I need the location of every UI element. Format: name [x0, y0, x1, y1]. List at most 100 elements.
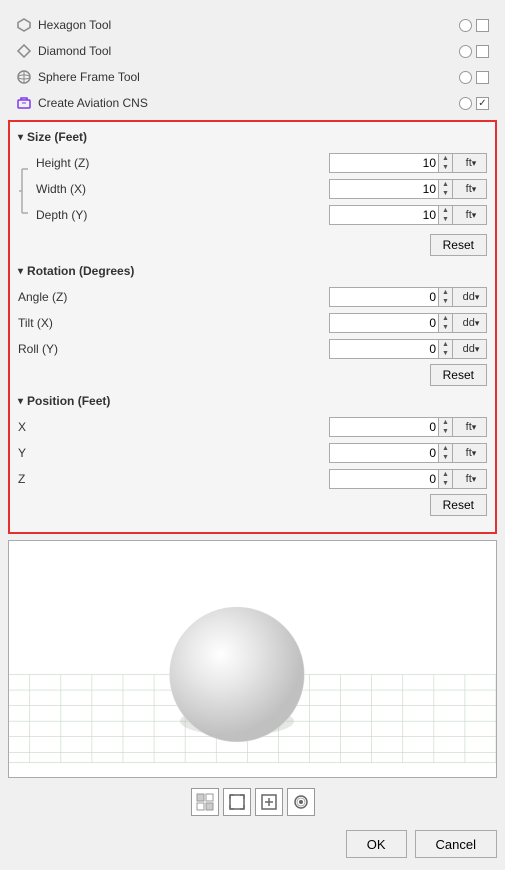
roll-spin-up[interactable]: ▲: [439, 340, 452, 349]
hexagon-tool-label: Hexagon Tool: [38, 18, 111, 32]
pos-y-spinner[interactable]: ▲ ▼: [439, 443, 453, 463]
tool-item-aviation: Create Aviation CNS: [8, 90, 497, 116]
roll-label: Roll (Y): [18, 342, 98, 356]
rotation-label: Rotation (Degrees): [27, 264, 134, 278]
tilt-spin-down[interactable]: ▼: [439, 323, 452, 332]
size-label: Size (Feet): [27, 130, 87, 144]
rotation-section: ▾ Rotation (Degrees) Angle (Z) ▲ ▼ dd ▾: [18, 264, 487, 386]
depth-unit[interactable]: ft ▾: [453, 205, 487, 225]
tilt-spinner[interactable]: ▲ ▼: [439, 313, 453, 333]
pos-x-spinner[interactable]: ▲ ▼: [439, 417, 453, 437]
size-reset-button[interactable]: Reset: [430, 234, 487, 256]
height-spin-down[interactable]: ▼: [439, 163, 452, 172]
width-spinner[interactable]: ▲ ▼: [439, 179, 453, 199]
fit-to-window-button[interactable]: [223, 788, 251, 816]
pos-y-input-group[interactable]: ▲ ▼ ft ▾: [329, 443, 487, 463]
tool-item-diamond: Diamond Tool: [8, 38, 497, 64]
diamond-checkbox[interactable]: [476, 45, 489, 58]
tilt-row: Tilt (X) ▲ ▼ dd ▾: [18, 312, 487, 334]
pos-z-spinner[interactable]: ▲ ▼: [439, 469, 453, 489]
width-unit[interactable]: ft ▾: [453, 179, 487, 199]
pos-x-spin-down[interactable]: ▼: [439, 427, 452, 436]
depth-row: Depth (Y) ▲ ▼ ft ▾: [36, 204, 487, 226]
roll-input[interactable]: [329, 339, 439, 359]
tool-item-sphere-frame: Sphere Frame Tool: [8, 64, 497, 90]
hexagon-radio[interactable]: [459, 19, 472, 32]
pos-x-input[interactable]: [329, 417, 439, 437]
aviation-radio[interactable]: [459, 97, 472, 110]
link-bracket-icon: [18, 158, 30, 224]
height-unit[interactable]: ft ▾: [453, 153, 487, 173]
preview-area: [8, 540, 497, 778]
roll-spinner[interactable]: ▲ ▼: [439, 339, 453, 359]
diamond-radio[interactable]: [459, 45, 472, 58]
pos-z-spin-up[interactable]: ▲: [439, 470, 452, 479]
pos-x-unit[interactable]: ft ▾: [453, 417, 487, 437]
sphere-view-button[interactable]: [287, 788, 315, 816]
sphere-frame-radio[interactable]: [459, 71, 472, 84]
cancel-button[interactable]: Cancel: [415, 830, 497, 858]
height-input[interactable]: [329, 153, 439, 173]
width-input-group[interactable]: ▲ ▼ ft ▾: [329, 179, 487, 199]
aviation-checkbox-area[interactable]: [459, 97, 489, 110]
tilt-spin-up[interactable]: ▲: [439, 314, 452, 323]
pos-x-label: X: [18, 420, 98, 434]
rotation-reset-row: Reset: [18, 364, 487, 386]
pos-y-spin-up[interactable]: ▲: [439, 444, 452, 453]
pos-y-label: Y: [18, 446, 98, 460]
size-section: ▾ Size (Feet) Height (Z): [18, 130, 487, 256]
rotation-reset-button[interactable]: Reset: [430, 364, 487, 386]
diamond-checkbox-area[interactable]: [459, 45, 489, 58]
pos-z-input-group[interactable]: ▲ ▼ ft ▾: [329, 469, 487, 489]
pos-y-spin-down[interactable]: ▼: [439, 453, 452, 462]
height-spinner[interactable]: ▲ ▼: [439, 153, 453, 173]
angle-unit[interactable]: dd ▾: [453, 287, 487, 307]
height-spin-up[interactable]: ▲: [439, 154, 452, 163]
sphere-frame-checkbox[interactable]: [476, 71, 489, 84]
width-spin-up[interactable]: ▲: [439, 180, 452, 189]
tilt-input[interactable]: [329, 313, 439, 333]
roll-input-group[interactable]: ▲ ▼ dd ▾: [329, 339, 487, 359]
tilt-input-group[interactable]: ▲ ▼ dd ▾: [329, 313, 487, 333]
grid-pattern-button[interactable]: [191, 788, 219, 816]
depth-spin-up[interactable]: ▲: [439, 206, 452, 215]
depth-spinner[interactable]: ▲ ▼: [439, 205, 453, 225]
tilt-label: Tilt (X): [18, 316, 98, 330]
pos-y-unit[interactable]: ft ▾: [453, 443, 487, 463]
angle-input[interactable]: [329, 287, 439, 307]
preview-svg: [9, 541, 496, 777]
angle-spin-down[interactable]: ▼: [439, 297, 452, 306]
depth-input[interactable]: [329, 205, 439, 225]
width-spin-down[interactable]: ▼: [439, 189, 452, 198]
depth-spin-down[interactable]: ▼: [439, 215, 452, 224]
pos-x-spin-up[interactable]: ▲: [439, 418, 452, 427]
tilt-unit[interactable]: dd ▾: [453, 313, 487, 333]
depth-input-group[interactable]: ▲ ▼ ft ▾: [329, 205, 487, 225]
tool-item-hexagon: Hexagon Tool: [8, 12, 497, 38]
pos-z-input[interactable]: [329, 469, 439, 489]
sphere-frame-checkbox-area[interactable]: [459, 71, 489, 84]
ok-button[interactable]: OK: [346, 830, 407, 858]
roll-spin-down[interactable]: ▼: [439, 349, 452, 358]
height-input-group[interactable]: ▲ ▼ ft ▾: [329, 153, 487, 173]
expand-button[interactable]: [255, 788, 283, 816]
size-header: ▾ Size (Feet): [18, 130, 487, 144]
hexagon-checkbox[interactable]: [476, 19, 489, 32]
roll-unit[interactable]: dd ▾: [453, 339, 487, 359]
position-label: Position (Feet): [27, 394, 110, 408]
pos-z-unit[interactable]: ft ▾: [453, 469, 487, 489]
angle-spinner[interactable]: ▲ ▼: [439, 287, 453, 307]
hexagon-checkbox-area[interactable]: [459, 19, 489, 32]
pos-x-input-group[interactable]: ▲ ▼ ft ▾: [329, 417, 487, 437]
width-input[interactable]: [329, 179, 439, 199]
angle-spin-up[interactable]: ▲: [439, 288, 452, 297]
pos-z-spin-down[interactable]: ▼: [439, 479, 452, 488]
pos-y-input[interactable]: [329, 443, 439, 463]
angle-label: Angle (Z): [18, 290, 98, 304]
aviation-icon: [16, 95, 32, 111]
position-reset-button[interactable]: Reset: [430, 494, 487, 516]
size-arrow: ▾: [18, 132, 23, 143]
aviation-checkbox[interactable]: [476, 97, 489, 110]
pos-z-label: Z: [18, 472, 98, 486]
angle-input-group[interactable]: ▲ ▼ dd ▾: [329, 287, 487, 307]
